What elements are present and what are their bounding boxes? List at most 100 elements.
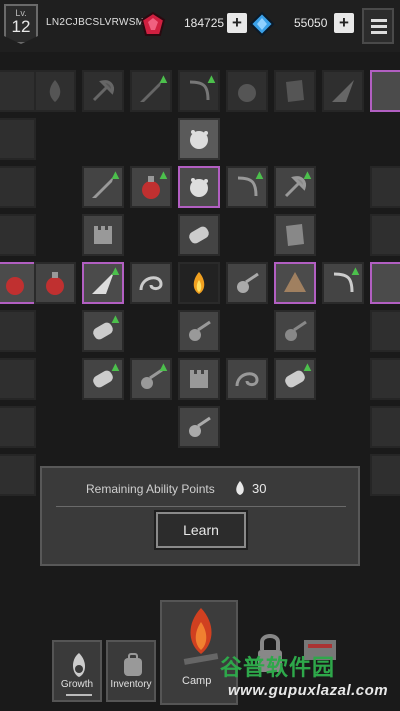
upgrade-arrow-icon: ▲ — [349, 263, 362, 278]
spiral-icon — [235, 372, 259, 387]
remaining-points-label: Remaining Ability Points — [86, 482, 215, 496]
spike-icon — [332, 80, 354, 102]
center-node[interactable] — [178, 262, 220, 304]
skill-node[interactable] — [226, 70, 268, 112]
skill-node[interactable] — [0, 118, 36, 160]
upgrade-arrow-icon: ▲ — [109, 311, 122, 326]
axe-icon — [92, 80, 114, 102]
skill-node[interactable] — [178, 406, 220, 448]
upgrade-arrow-icon: ▲ — [109, 263, 122, 278]
red-gem-icon — [140, 11, 166, 36]
upgrade-arrow-icon: ▲ — [157, 71, 170, 86]
skill-node[interactable] — [0, 166, 36, 208]
skill-node[interactable]: ▲ — [82, 262, 124, 304]
skill-node[interactable] — [178, 358, 220, 400]
add-red-gems-button[interactable]: + — [227, 13, 247, 33]
skill-node[interactable] — [370, 358, 400, 400]
comet-icon — [285, 320, 307, 341]
skill-node[interactable]: ▲ — [178, 70, 220, 112]
castle-icon — [190, 370, 208, 388]
tab-inventory[interactable]: Inventory — [106, 640, 156, 702]
shield-icon — [286, 224, 304, 246]
scroll-icon — [189, 226, 209, 244]
skill-node[interactable]: ▲ — [130, 166, 172, 208]
skill-node[interactable] — [370, 262, 400, 304]
watermark-url: www.gupuxlazal.com — [228, 682, 389, 699]
skill-node[interactable]: ▲ — [82, 310, 124, 352]
cotton-icon — [190, 178, 208, 197]
shield-icon — [286, 80, 304, 102]
skill-node[interactable] — [274, 70, 316, 112]
watermark-title: 谷普软件园 — [220, 655, 336, 680]
tab-growth[interactable]: Growth — [52, 640, 102, 702]
hood-icon — [284, 272, 306, 292]
skill-node[interactable] — [178, 118, 220, 160]
tab-active-indicator — [66, 694, 92, 696]
skill-node[interactable] — [0, 310, 36, 352]
skill-node[interactable] — [178, 310, 220, 352]
skill-node[interactable]: ▲ — [274, 358, 316, 400]
skill-node[interactable] — [274, 214, 316, 256]
skill-node[interactable] — [226, 262, 268, 304]
skill-node[interactable] — [370, 406, 400, 448]
red-gem-count: 184725 — [184, 16, 225, 30]
potion-icon — [6, 277, 24, 295]
top-bar: Lv. 12 LN2CJBCSLVRWSM4 184725 + 55050 + — [0, 0, 400, 52]
skill-node[interactable]: ▲ — [322, 262, 364, 304]
skill-node[interactable]: ▲ — [82, 358, 124, 400]
cotton-icon — [190, 130, 208, 149]
add-blue-gems-button[interactable]: + — [334, 13, 354, 33]
skill-node[interactable] — [130, 262, 172, 304]
upgrade-arrow-icon: ▲ — [301, 167, 314, 182]
skill-node[interactable] — [274, 310, 316, 352]
skill-node[interactable] — [226, 358, 268, 400]
bag-icon — [238, 84, 256, 102]
skill-node[interactable] — [0, 70, 36, 112]
fire-icon — [193, 272, 205, 294]
skill-node[interactable] — [0, 406, 36, 448]
potion-icon — [46, 272, 64, 295]
level-badge: Lv. 12 — [4, 4, 38, 44]
skill-node[interactable] — [178, 214, 220, 256]
skill-node[interactable]: ▲ — [130, 70, 172, 112]
skill-node[interactable]: ▲ — [82, 166, 124, 208]
ability-points-panel: Remaining Ability Points 30 Learn — [40, 466, 360, 566]
upgrade-arrow-icon: ▲ — [301, 359, 314, 374]
player-id: LN2CJBCSLVRWSM4 — [46, 17, 151, 28]
skill-node[interactable]: ▲ — [274, 166, 316, 208]
skill-node[interactable] — [274, 262, 316, 304]
skill-node[interactable] — [370, 310, 400, 352]
skill-node[interactable] — [0, 214, 36, 256]
growth-icon — [72, 653, 86, 677]
skill-node[interactable] — [370, 70, 400, 112]
skill-node[interactable] — [34, 262, 76, 304]
backpack-icon — [124, 653, 142, 676]
menu-button[interactable] — [362, 8, 394, 44]
upgrade-arrow-icon: ▲ — [157, 359, 170, 374]
comet-icon — [189, 320, 211, 341]
skill-node[interactable] — [82, 214, 124, 256]
skill-node[interactable]: ▲ — [130, 358, 172, 400]
watermark: 谷普软件园 www.gupuxlazal.com — [220, 650, 400, 710]
divider — [56, 506, 346, 507]
skill-node[interactable] — [370, 454, 400, 496]
castle-icon — [94, 226, 112, 244]
skill-node[interactable] — [0, 262, 36, 304]
menu-icon — [371, 19, 387, 22]
skill-node[interactable] — [178, 166, 220, 208]
tab-label: Inventory — [110, 679, 152, 690]
upgrade-arrow-icon: ▲ — [109, 167, 122, 182]
tab-label: Growth — [60, 679, 94, 690]
comet-icon — [237, 272, 259, 293]
skill-node[interactable]: ▲ — [226, 166, 268, 208]
skill-node[interactable] — [0, 454, 36, 496]
blue-gem-count: 55050 — [294, 16, 328, 30]
skill-node[interactable] — [322, 70, 364, 112]
learn-button[interactable]: Learn — [154, 510, 248, 550]
skill-node[interactable] — [370, 166, 400, 208]
skill-node[interactable] — [82, 70, 124, 112]
skill-node[interactable] — [0, 358, 36, 400]
skill-node[interactable] — [34, 70, 76, 112]
skill-node[interactable] — [370, 214, 400, 256]
comet-icon — [189, 416, 211, 437]
